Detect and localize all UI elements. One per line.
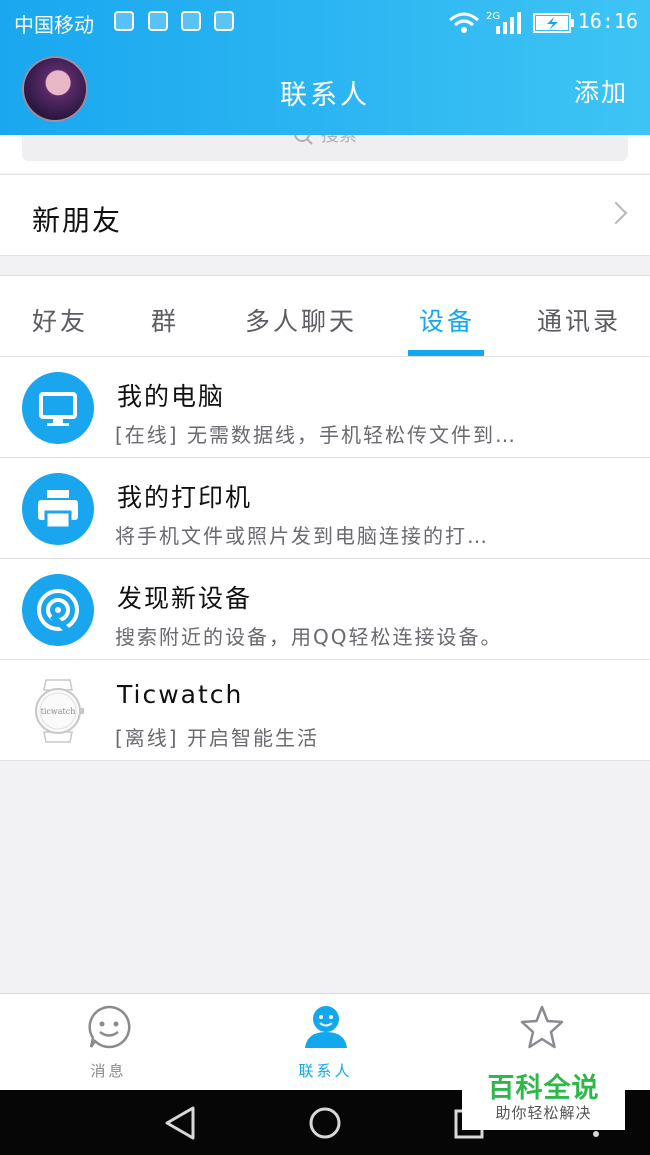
page-title: 联系人 <box>280 80 370 111</box>
search-input[interactable]: 搜索 <box>22 135 628 161</box>
device-subtitle: 搜索附近的设备，用QQ轻松连接设备。 <box>115 625 503 649</box>
search-placeholder: 搜索 <box>320 135 357 146</box>
watermark-subtitle: 助你轻松解决 <box>495 1104 592 1122</box>
device-list: 我的电脑 [在线] 无需数据线，手机轻松传文件到… 我的打印机 将手机文件或照片… <box>0 357 650 761</box>
tab-messages[interactable]: 消息 <box>0 994 217 1091</box>
radar-icon <box>22 574 94 646</box>
notification-gallery-icon <box>214 11 234 31</box>
list-item[interactable]: 发现新设备 搜索附近的设备，用QQ轻松连接设备。 <box>0 559 650 660</box>
watch-face-text: ticwatch <box>41 707 76 716</box>
device-subtitle: [离线] 开启智能生活 <box>115 726 319 750</box>
device-title: 我的打印机 <box>117 483 253 512</box>
add-contact-button[interactable]: 添加 <box>574 73 628 109</box>
list-item[interactable]: 我的电脑 [在线] 无需数据线，手机轻松传文件到… <box>0 357 650 458</box>
tab-messages-label: 消息 <box>90 1062 127 1080</box>
tab-groups[interactable]: 群 <box>151 302 179 338</box>
tab-friends[interactable]: 好友 <box>32 302 88 338</box>
contacts-icon <box>305 1006 347 1048</box>
wifi-icon <box>449 12 479 27</box>
device-subtitle: [在线] 无需数据线，手机轻松传文件到… <box>115 423 517 447</box>
active-tab-indicator <box>408 350 484 356</box>
device-title: 我的电脑 <box>117 382 226 411</box>
carrier-name: 中国移动 <box>14 13 94 37</box>
search-icon <box>294 135 313 145</box>
home-icon[interactable] <box>307 1105 343 1141</box>
device-subtitle: 将手机文件或照片发到电脑连接的打… <box>115 524 489 548</box>
app-header: 联系人 添加 <box>0 45 650 135</box>
notification-android-icon <box>181 11 201 31</box>
network-type: 2G <box>486 11 500 22</box>
computer-icon <box>22 372 94 444</box>
notification-app-icon <box>114 11 134 31</box>
battery-icon <box>533 13 574 33</box>
smiley-icon <box>88 1005 131 1049</box>
status-icons: 2G <box>449 11 574 34</box>
list-item[interactable]: 我的打印机 将手机文件或照片发到电脑连接的打… <box>0 458 650 559</box>
tab-devices[interactable]: 设备 <box>419 302 475 338</box>
back-icon[interactable] <box>163 1105 197 1141</box>
chevron-right-icon <box>604 201 628 225</box>
status-bar: 中国移动 2G 16:16 <box>0 0 650 45</box>
device-title: 发现新设备 <box>117 584 253 613</box>
watermark-title: 百科全说 <box>487 1073 600 1104</box>
printer-icon <box>22 473 94 545</box>
contact-tabs: 好友 群 多人聊天 设备 通讯录 <box>0 275 650 357</box>
notification-mic-icon <box>148 11 168 31</box>
tab-contacts-label: 联系人 <box>298 1062 353 1080</box>
new-friends-label: 新朋友 <box>32 204 123 237</box>
tab-address-book[interactable]: 通讯录 <box>537 302 621 338</box>
star-icon <box>520 1005 564 1049</box>
watch-icon: ticwatch <box>35 679 84 743</box>
tab-group-chat[interactable]: 多人聊天 <box>245 302 357 338</box>
wifi-dot <box>461 27 467 33</box>
list-item[interactable]: ticwatch Ticwatch [离线] 开启智能生活 <box>0 660 650 761</box>
clock: 16:16 <box>577 9 638 33</box>
search-bar: 搜索 <box>0 135 650 173</box>
device-title: Ticwatch <box>117 680 244 709</box>
tab-contacts[interactable]: 联系人 <box>217 994 434 1091</box>
new-friends-row[interactable]: 新朋友 <box>0 174 650 256</box>
watermark: 百科全说 助你轻松解决 <box>462 1060 625 1130</box>
